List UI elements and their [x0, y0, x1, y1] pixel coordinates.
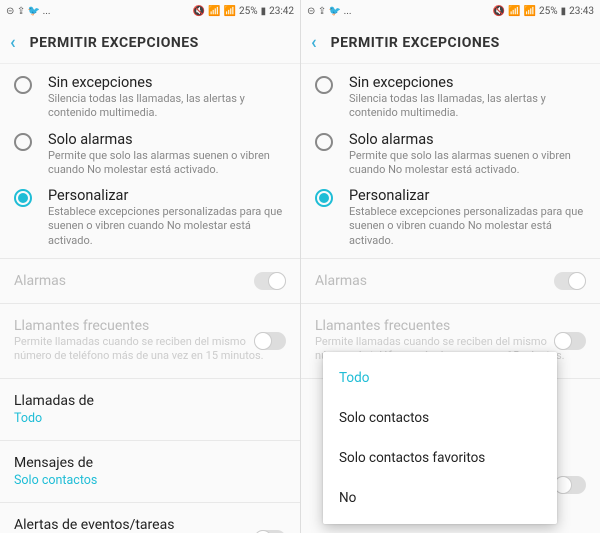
radio-desc: Silencia todas las llamadas, las alertas… [349, 92, 586, 121]
status-left-icons: ⊝ ⇪ 🐦 ... [6, 6, 51, 17]
status-bar: ⊝ ⇪ 🐦 ... 🔇 📶 📶 25% ▮ 23:43 [301, 0, 600, 22]
radio-text: Solo alarmas Permite que solo las alarma… [349, 131, 586, 178]
wifi-icon: 📶 [508, 6, 520, 17]
back-icon[interactable]: ‹ [311, 32, 317, 53]
dropdown-option-solo-favoritos[interactable]: Solo contactos favoritos [323, 438, 557, 478]
alarms-toggle [254, 272, 286, 290]
radio-icon[interactable] [14, 76, 32, 94]
frequent-callers-row: Llamantes frecuentes Permite llamadas cu… [0, 308, 300, 374]
radio-personalize[interactable]: Personalizar Establece excepciones perso… [0, 183, 300, 254]
radio-title: Sin excepciones [349, 74, 586, 91]
divider [301, 258, 600, 259]
header: ‹ PERMITIR EXCEPCIONES [301, 22, 600, 64]
notif-icons: ⊝ ⇪ 🐦 ... [307, 6, 352, 17]
phone-right: ⊝ ⇪ 🐦 ... 🔇 📶 📶 25% ▮ 23:43 ‹ PERMITIR E… [300, 0, 600, 533]
messages-from-row[interactable]: Mensajes de Solo contactos [0, 445, 300, 498]
freq-toggle [554, 332, 586, 350]
header: ‹ PERMITIR EXCEPCIONES [0, 22, 300, 64]
radio-text: Personalizar Establece excepciones perso… [48, 187, 286, 248]
events-alerts-row[interactable]: Alertas de eventos/tareas Permite notifi… [0, 507, 300, 533]
radio-only-alarms[interactable]: Solo alarmas Permite que solo las alarma… [301, 127, 600, 184]
signal-icon: 📶 [524, 6, 536, 17]
dropdown-option-todo[interactable]: Todo [323, 358, 557, 398]
status-right: 🔇 📶 📶 25% ▮ 23:43 [493, 6, 594, 17]
radio-desc: Establece excepciones personalizadas par… [48, 205, 286, 248]
clock: 23:43 [569, 6, 594, 17]
radio-icon[interactable] [14, 189, 32, 207]
divider [0, 378, 300, 379]
radio-text: Sin excepciones Silencia todas las llama… [48, 74, 286, 121]
radio-desc: Permite que solo las alarmas suenen o vi… [48, 149, 286, 178]
msgs-value: Solo contactos [14, 473, 286, 488]
divider [0, 440, 300, 441]
radio-title: Sin excepciones [48, 74, 286, 91]
calls-label: Llamadas de [14, 393, 286, 409]
radio-title: Solo alarmas [48, 131, 286, 148]
msgs-label: Mensajes de [14, 455, 286, 471]
freq-label: Llamantes frecuentes [315, 318, 586, 334]
radio-text: Solo alarmas Permite que solo las alarma… [48, 131, 286, 178]
alarms-toggle [554, 272, 586, 290]
radio-text: Personalizar Establece excepciones perso… [349, 187, 586, 248]
alarms-row: Alarmas [301, 263, 600, 299]
radio-icon[interactable] [14, 133, 32, 151]
battery-icon: ▮ [261, 6, 267, 17]
freq-desc: Permite llamadas cuando se reciben del m… [14, 335, 286, 364]
radio-text: Sin excepciones Silencia todas las llama… [349, 74, 586, 121]
radio-desc: Silencia todas las llamadas, las alertas… [48, 92, 286, 121]
radio-icon[interactable] [315, 133, 333, 151]
divider [0, 502, 300, 503]
page-title: PERMITIR EXCEPCIONES [30, 35, 199, 51]
divider [0, 258, 300, 259]
calls-from-dropdown: Todo Solo contactos Solo contactos favor… [323, 352, 557, 524]
radio-title: Personalizar [349, 187, 586, 204]
divider [301, 303, 600, 304]
phone-left: ⊝ ⇪ 🐦 ... 🔇 📶 📶 25% ▮ 23:42 ‹ PERMITIR E… [0, 0, 300, 533]
clock: 23:42 [269, 6, 294, 17]
wifi-icon: 📶 [208, 6, 220, 17]
mute-icon: 🔇 [193, 6, 205, 17]
back-icon[interactable]: ‹ [10, 32, 16, 53]
radio-personalize[interactable]: Personalizar Establece excepciones perso… [301, 183, 600, 254]
notif-icons: ⊝ ⇪ 🐦 ... [6, 6, 51, 17]
radio-desc: Establece excepciones personalizadas par… [349, 205, 586, 248]
page-title: PERMITIR EXCEPCIONES [331, 35, 500, 51]
freq-label: Llamantes frecuentes [14, 318, 286, 334]
radio-no-exceptions[interactable]: Sin excepciones Silencia todas las llama… [0, 64, 300, 127]
status-left-icons: ⊝ ⇪ 🐦 ... [307, 6, 352, 17]
alarms-label: Alarmas [14, 273, 286, 289]
content: Sin excepciones Silencia todas las llama… [0, 64, 300, 533]
radio-only-alarms[interactable]: Solo alarmas Permite que solo las alarma… [0, 127, 300, 184]
radio-desc: Permite que solo las alarmas suenen o vi… [349, 149, 586, 178]
radio-icon[interactable] [315, 76, 333, 94]
calls-value: Todo [14, 411, 286, 426]
freq-toggle [254, 332, 286, 350]
alarms-label: Alarmas [315, 273, 586, 289]
status-bar: ⊝ ⇪ 🐦 ... 🔇 📶 📶 25% ▮ 23:42 [0, 0, 300, 22]
status-right: 🔇 📶 📶 25% ▮ 23:42 [193, 6, 294, 17]
battery-pct: 25% [239, 6, 258, 17]
radio-title: Solo alarmas [349, 131, 586, 148]
dropdown-option-no[interactable]: No [323, 478, 557, 518]
radio-icon[interactable] [315, 189, 333, 207]
alarms-row: Alarmas [0, 263, 300, 299]
events-toggle [554, 476, 586, 494]
battery-icon: ▮ [561, 6, 567, 17]
divider [0, 303, 300, 304]
radio-no-exceptions[interactable]: Sin excepciones Silencia todas las llama… [301, 64, 600, 127]
mute-icon: 🔇 [493, 6, 505, 17]
calls-from-row[interactable]: Llamadas de Todo [0, 383, 300, 436]
battery-pct: 25% [539, 6, 558, 17]
signal-icon: 📶 [224, 6, 236, 17]
dropdown-option-solo-contactos[interactable]: Solo contactos [323, 398, 557, 438]
events-label: Alertas de eventos/tareas [14, 517, 286, 533]
radio-title: Personalizar [48, 187, 286, 204]
